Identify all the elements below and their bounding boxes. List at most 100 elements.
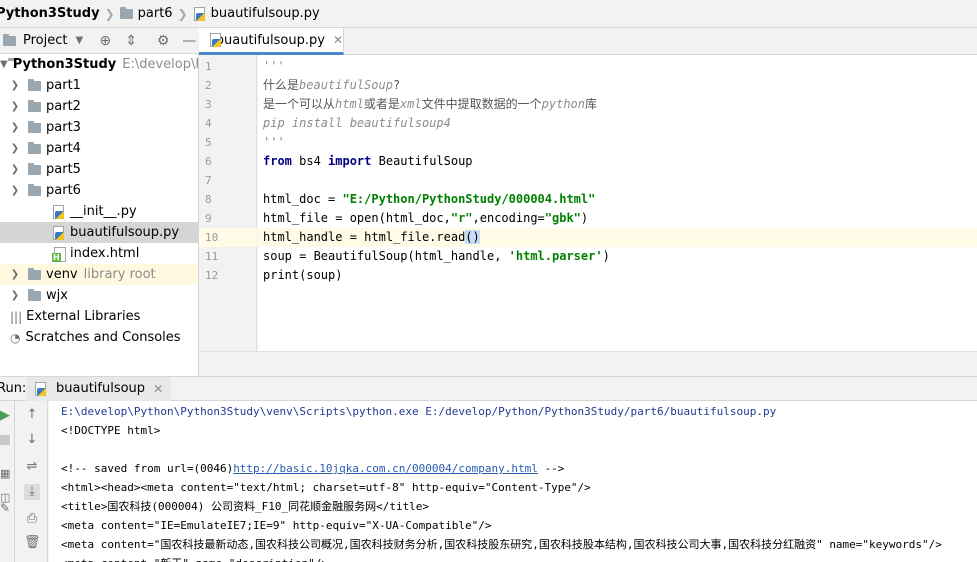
tree-item-venv[interactable]: ❯ venv library root [0,264,198,285]
close-icon[interactable]: ✕ [333,33,343,47]
tree-item-scratches[interactable]: ◔ Scratches and Consoles [0,327,198,348]
docstring-text: 文件中提取数据的一个 [421,97,542,111]
code-line-9: html_file = open(html_doc,"r",encoding="… [258,209,977,228]
tree-item-part3[interactable]: ❯ part3 [0,117,198,138]
tree-item-root[interactable]: ▼ Python3Study E:\develop\Py [0,54,198,75]
navigation-bar: Python3Study ❯ part6 ❯ buautifulsoup.py [0,0,977,28]
arrow-down-icon[interactable]: ↓ [24,432,40,448]
console-line: <meta content="新王" name="description"/> [61,554,328,562]
editor-tab-bar: buautifulsoup.py ✕ [199,28,977,55]
run-tab-buautifulsoup[interactable]: buautifulsoup ✕ [26,376,172,401]
chevron-right-icon[interactable]: ❯ [8,143,22,154]
console-link[interactable]: http://basic.10jqka.com.cn/000004/compan… [233,462,538,475]
pin-icon[interactable]: ✎ [0,501,10,515]
run-tab-label: buautifulsoup [56,381,146,396]
tree-item-part1[interactable]: ❯ part1 [0,75,198,96]
tree-item-external-libraries[interactable]: ||| External Libraries [0,306,198,327]
stop-icon[interactable] [0,435,10,445]
console-line: <!-- saved from url=(0046)http://basic.1… [61,459,564,478]
code-text: html_handle = html_file.read [263,230,466,244]
breadcrumb-project[interactable]: Python3Study [0,0,100,28]
breadcrumb-file[interactable]: buautifulsoup.py [193,0,320,28]
code-text: ) [602,249,610,263]
breadcrumb-folder-label: part6 [137,6,173,21]
docstring-text: 或者是 [363,97,400,111]
docstring-text: python [541,97,585,111]
code-line-12: print(soup) [258,266,977,285]
line-number: 12 [205,269,219,282]
layout-icon[interactable]: ▦ [0,467,10,480]
tree-item-buautifulsoup-py[interactable]: buautifulsoup.py [0,222,198,243]
editor-tab-label: buautifulsoup.py [215,32,325,48]
code-line-2: 什么是beautifulSoup? [258,76,977,95]
run-toolbar-actions: ↑ ↓ ⇌ ⤓ ⎙ 🗑 [16,401,48,562]
tree-item-label: index.html [70,246,140,261]
chevron-right-icon[interactable]: ❯ [8,122,22,133]
code-line-10: html_handle = html_file.read() [258,228,977,247]
folder-icon [28,78,41,91]
chevron-down-icon[interactable]: ▼ [75,35,83,46]
chevron-right-icon[interactable]: ❯ [8,290,22,301]
rerun-icon[interactable]: ▶ [0,408,10,423]
console-text: <!-- saved from url=(0046) [61,462,234,475]
chevron-right-icon[interactable]: ❯ [8,269,22,280]
chevron-right-icon[interactable]: ❯ [8,164,22,175]
close-icon[interactable]: ✕ [153,382,163,396]
python-file-icon [34,381,47,396]
library-root-hint: library root [83,267,156,282]
code-text: bs4 [291,154,329,168]
string-literal: "E:/Python/PythonStudy/000004.html" [342,192,596,206]
soft-wrap-icon[interactable]: ⇌ [24,459,40,475]
code-line-4: pip install beautifulsoup4 [258,114,977,133]
docstring-text: ? [392,78,401,92]
code-editor[interactable]: ''' 什么是beautifulSoup? 是一个可以从html或者是xml文件… [258,55,977,351]
breadcrumb-folder[interactable]: part6 [119,0,173,28]
string-literal: "gbk" [544,211,581,225]
chevron-right-icon[interactable]: ❯ [8,80,22,91]
tree-item-label: External Libraries [26,309,141,324]
project-view-dropdown[interactable]: Project [23,33,67,48]
chevron-down-icon[interactable]: ▼ [0,59,8,70]
line-number: 4 [205,117,212,130]
line-number: 2 [205,79,212,92]
tree-item-part4[interactable]: ❯ part4 [0,138,198,159]
collapse-all-icon[interactable]: ⇕ [123,33,139,49]
python-file-icon [52,225,65,240]
line-number: 1 [205,60,212,73]
tree-item-wjx[interactable]: ❯ wjx [0,285,198,306]
scroll-to-end-icon[interactable]: ⤓ [24,484,40,500]
print-icon[interactable]: ⎙ [24,511,40,527]
locate-icon[interactable]: ⊕ [97,33,113,49]
code-line-1: ''' [258,57,977,76]
chevron-right-icon[interactable]: ❯ [8,101,22,112]
code-text: soup = BeautifulSoup(html_handle, [263,249,509,263]
code-text: html_file = open(html_doc, [263,211,451,225]
folder-icon [28,267,41,280]
tab-buautifulsoup-py[interactable]: buautifulsoup.py ✕ [199,28,344,55]
gear-icon[interactable]: ⚙ [155,33,171,49]
tree-item-part5[interactable]: ❯ part5 [0,159,198,180]
code-line-6: from bs4 import BeautifulSoup [258,152,977,171]
scratches-icon: ◔ [10,330,21,345]
hide-icon[interactable]: — [181,33,197,49]
tree-item-index-html[interactable]: index.html [0,243,198,264]
project-panel-header: Project ▼ ⊕ ⇕ ⚙ — [0,28,199,54]
code-text: BeautifulSoup [371,154,473,168]
tree-item-label: part3 [46,120,81,135]
console-output[interactable]: E:\develop\Python\Python3Study\venv\Scri… [49,401,977,562]
docstring-text: beautifulSoup [299,78,393,92]
tree-item-part2[interactable]: ❯ part2 [0,96,198,117]
chevron-down-icon[interactable]: ❯ [8,185,22,196]
tree-item-part6[interactable]: ❯ part6 [0,180,198,201]
line-number: 3 [205,98,212,111]
arrow-up-icon[interactable]: ↑ [24,407,40,423]
run-label: Run: [0,381,27,396]
breadcrumb-project-label: Python3Study [0,6,100,21]
python-file-icon [209,33,220,47]
trash-icon[interactable]: 🗑 [24,535,41,551]
tree-item-init-py[interactable]: __init__.py [0,201,198,222]
chevron-right-icon: ❯ [177,6,188,21]
console-line: <!DOCTYPE html> [61,424,161,437]
code-text: html_doc = [263,192,343,206]
